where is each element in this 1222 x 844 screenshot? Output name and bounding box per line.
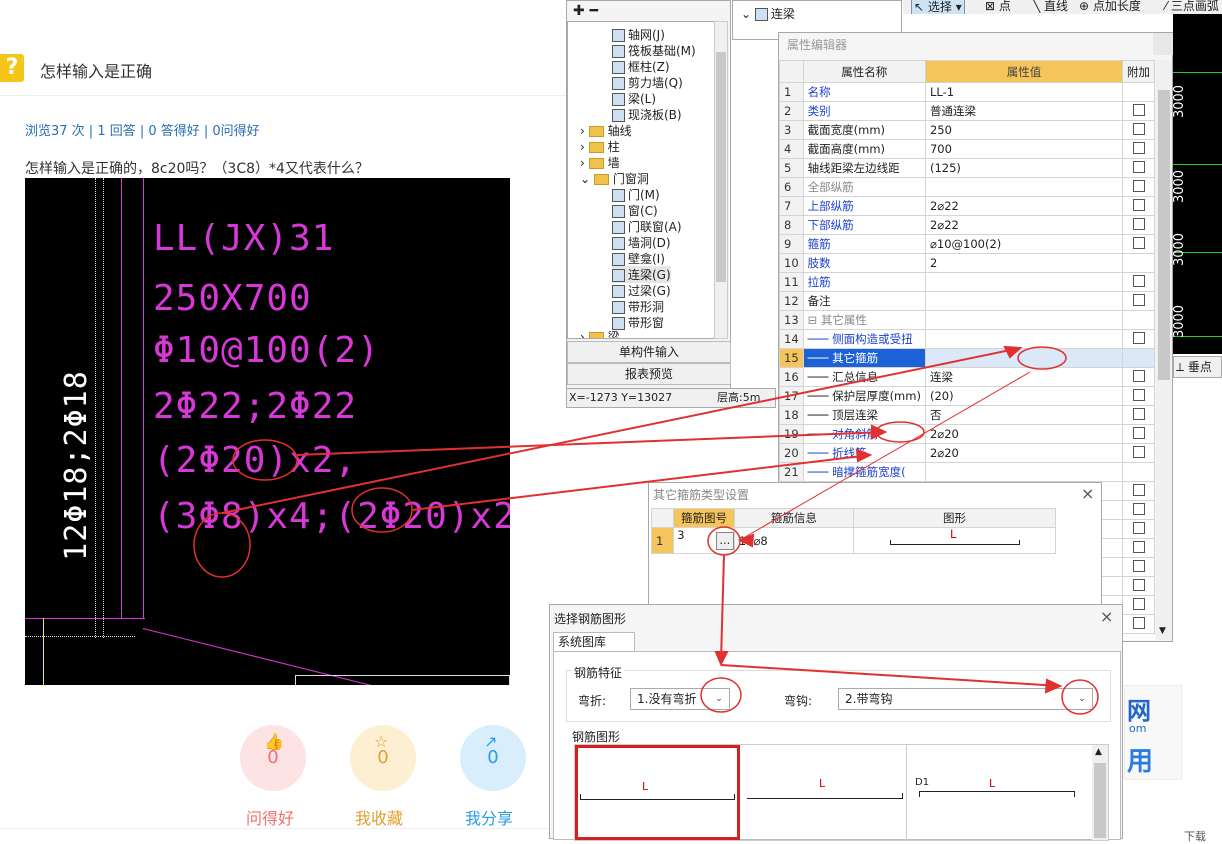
annotation-arrow — [720, 664, 1061, 687]
annotation-arrow — [720, 554, 725, 661]
annotation-arrow — [411, 454, 871, 511]
annotation-circle — [193, 512, 251, 578]
annotation-arrow — [296, 431, 886, 456]
annotation-circle — [1061, 679, 1099, 715]
annotation-circle — [1017, 346, 1067, 370]
annotation-circle — [707, 526, 741, 556]
annotation-circle — [232, 439, 298, 481]
annotation-overlay — [193, 345, 1099, 715]
annotation-circle — [700, 677, 742, 713]
annotation-arrow — [221, 347, 1021, 514]
annotation-circle — [351, 487, 413, 533]
